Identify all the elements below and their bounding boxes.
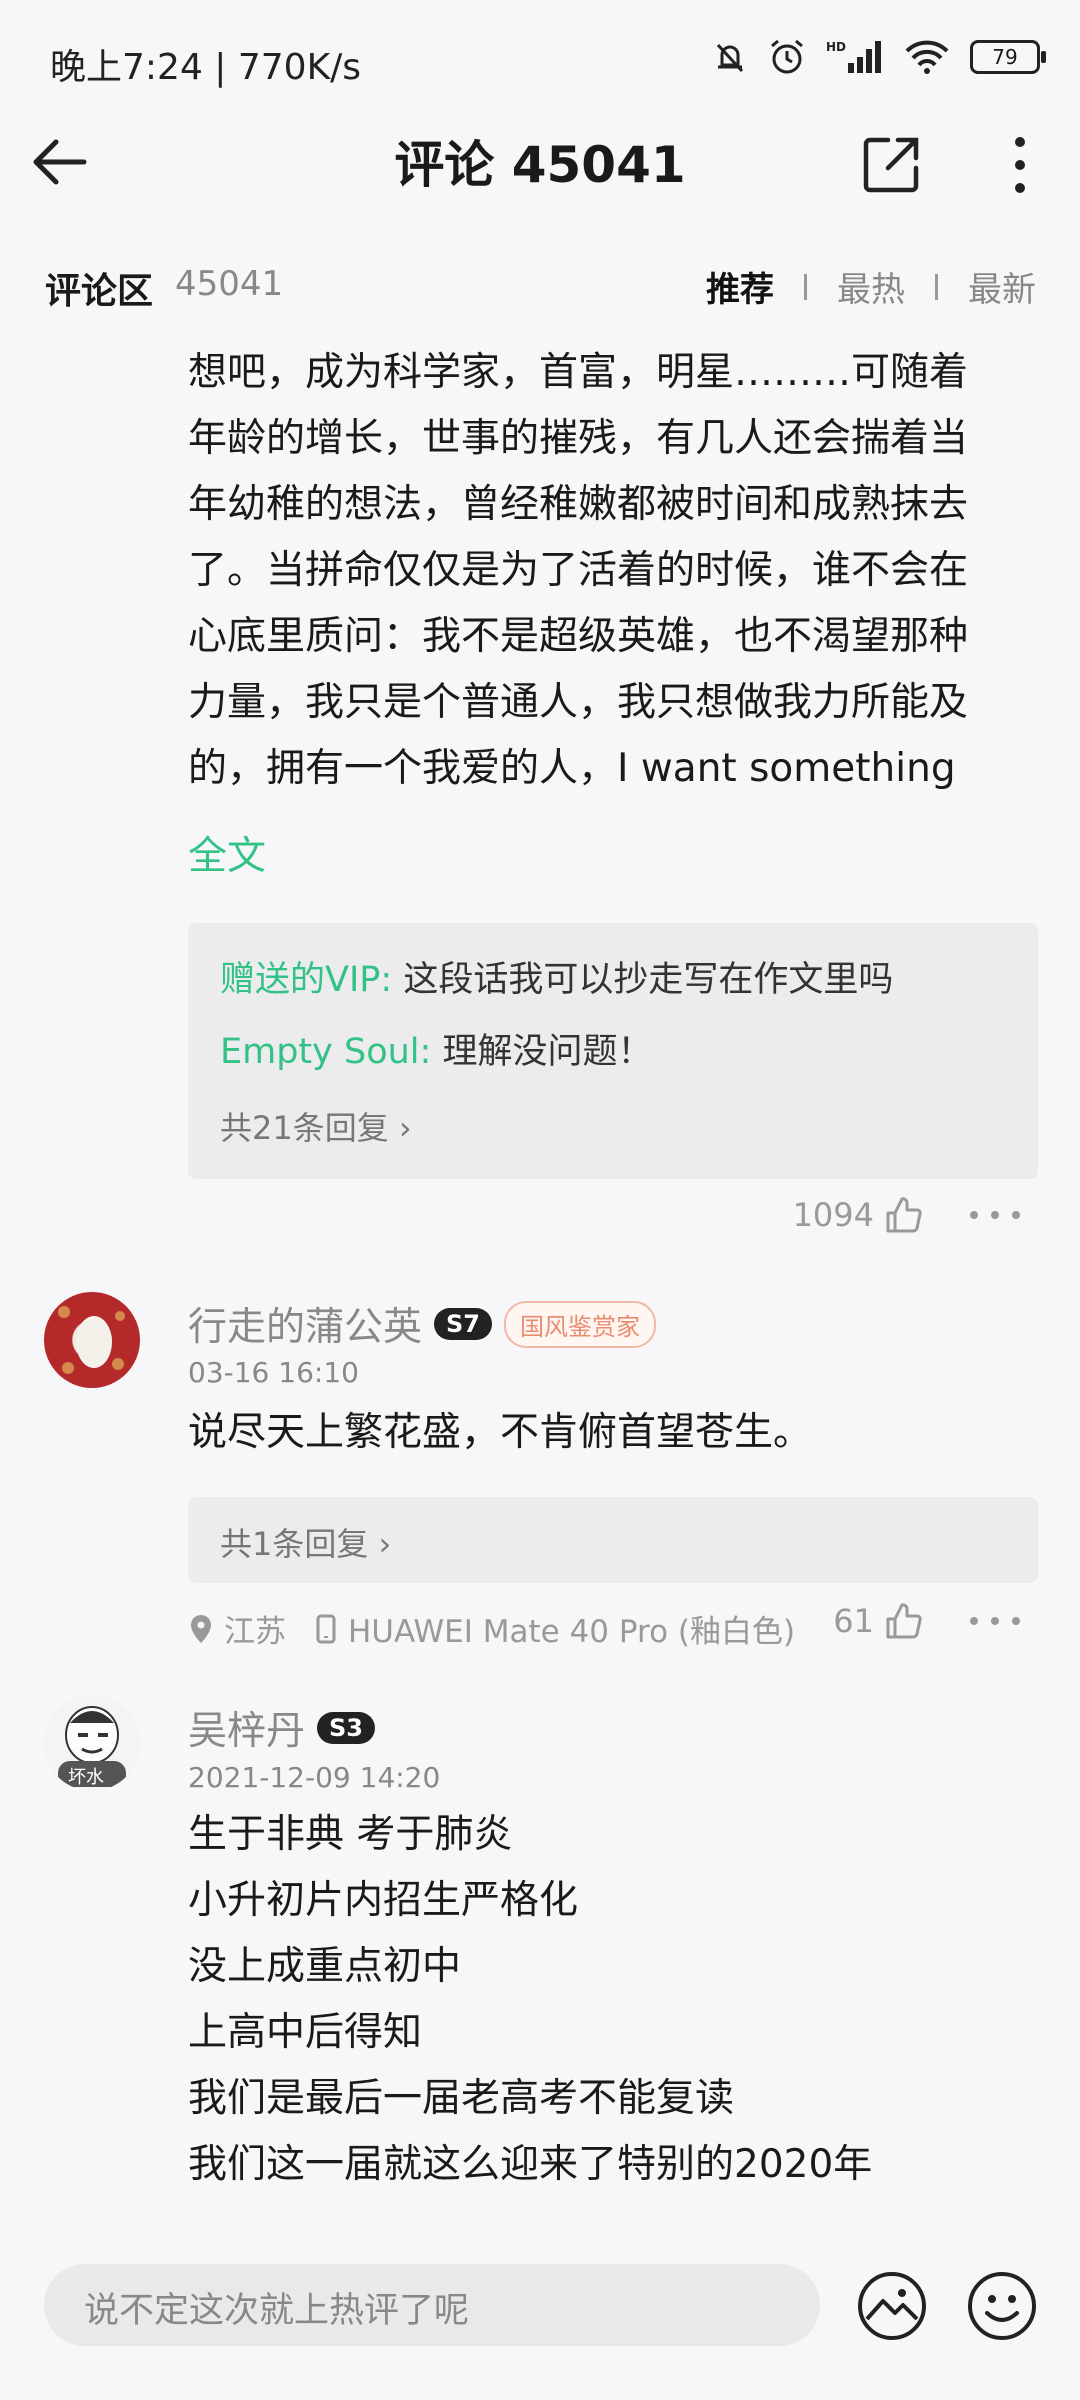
comment-line: 的，拥有一个我爱的人，I want something bbox=[188, 746, 956, 791]
full-text-link[interactable]: 全文 bbox=[188, 825, 266, 881]
username[interactable]: 吴梓丹 bbox=[188, 1700, 305, 1756]
fan-badge[interactable]: 国风鉴赏家 bbox=[504, 1300, 656, 1348]
tab-newest[interactable]: 最新 bbox=[968, 262, 1036, 311]
tab-divider bbox=[935, 273, 938, 300]
comment-line: 没上成重点初中 bbox=[188, 1944, 462, 1989]
comment-section-title: 评论区 bbox=[45, 271, 154, 312]
more-vertical-icon[interactable] bbox=[1004, 134, 1036, 196]
comment-author-row: 吴梓丹 S3 bbox=[188, 1700, 375, 1756]
comment-line: 我们这一届就这么迎来了特别的2020年 bbox=[188, 2142, 873, 2187]
thumbs-up-icon[interactable] bbox=[884, 1195, 924, 1235]
username[interactable]: 行走的蒲公英 bbox=[188, 1296, 422, 1352]
comment-line: 力量，我只是个普通人，我只想做我力所能及 bbox=[188, 680, 969, 725]
comment-author-row: 行走的蒲公英 S7 国风鉴赏家 bbox=[188, 1296, 656, 1352]
tab-divider bbox=[804, 273, 807, 300]
svg-text:HD: HD bbox=[826, 40, 846, 54]
comment-line: 了。当拼命仅仅是为了活着的时候，谁不会在 bbox=[188, 548, 969, 593]
avatar-image bbox=[58, 1306, 125, 1374]
reply-item: 赠送的VIP: 这段话我可以抄走写在作文里吗 bbox=[220, 951, 893, 1002]
tab-recommended[interactable]: 推荐 bbox=[706, 262, 774, 311]
image-icon[interactable] bbox=[857, 2271, 927, 2341]
alarm-icon bbox=[771, 39, 803, 74]
reply-text: 这段话我可以抄走写在作文里吗 bbox=[403, 960, 894, 1000]
level-badge: S7 bbox=[434, 1308, 492, 1340]
like-count: 1094 bbox=[792, 1196, 874, 1234]
reply-preview-box[interactable]: 共1条回复 › bbox=[188, 1497, 1038, 1583]
reply-username[interactable]: 赠送的VIP: bbox=[220, 960, 392, 1000]
reply-count-link[interactable]: 共1条回复 › bbox=[220, 1519, 391, 1565]
comment-input-placeholder: 说不定这次就上热评了呢 bbox=[84, 2291, 470, 2331]
like-count: 61 bbox=[833, 1602, 874, 1640]
reply-text: 理解没问题！ bbox=[442, 1032, 653, 1072]
comment-line: 年幼稚的想法，曾经稚嫩都被时间和成熟抹去 bbox=[188, 482, 969, 527]
avatar[interactable] bbox=[44, 1292, 140, 1388]
comment-line: 生于非典 考于肺炎 bbox=[188, 1812, 513, 1857]
share-icon[interactable] bbox=[860, 134, 922, 196]
comment-text: 想吧，成为科学家，首富，明星………可随着 年龄的增长，世事的摧残，有几人还会揣着… bbox=[188, 340, 1038, 802]
location-pin-icon bbox=[191, 1614, 211, 1643]
avatar-text: 坏水 bbox=[68, 1767, 104, 1788]
comment-actions: 61 bbox=[833, 1601, 1020, 1641]
comment-meta-row: 江苏 HUAWEI Mate 40 Pro (釉白色) bbox=[188, 1606, 795, 1651]
comment-text: 生于非典 考于肺炎 小升初片内招生严格化 没上成重点初中 上高中后得知 我们是最… bbox=[188, 1802, 1038, 2198]
status-time: 晚上7:24 | 770K/s bbox=[50, 47, 362, 88]
comment-line: 年龄的增长，世事的摧残，有几人还会揣着当 bbox=[188, 416, 969, 461]
tab-hottest[interactable]: 最热 bbox=[837, 262, 905, 311]
emoji-icon[interactable] bbox=[967, 2271, 1037, 2341]
comment-line: 心底里质问：我不是超级英雄，也不渴望那种 bbox=[188, 614, 969, 659]
more-options-icon[interactable] bbox=[970, 1611, 1020, 1631]
more-options-icon[interactable] bbox=[970, 1205, 1020, 1225]
thumbs-up-icon[interactable] bbox=[884, 1601, 924, 1641]
comment-date: 2021-12-09 14:20 bbox=[188, 1761, 441, 1794]
mute-bell-icon bbox=[716, 43, 744, 73]
location-text: 江苏 bbox=[224, 1614, 286, 1650]
comment-line: 想吧，成为科学家，首富，明星………可随着 bbox=[188, 350, 969, 395]
reply-count-link[interactable]: 共21条回复 › bbox=[220, 1103, 412, 1149]
level-badge: S3 bbox=[317, 1712, 375, 1744]
comment-date: 03-16 16:10 bbox=[188, 1356, 359, 1389]
sort-tabs: 推荐 最热 最新 bbox=[706, 262, 1036, 311]
comment-line: 上高中后得知 bbox=[188, 2010, 423, 2055]
avatar[interactable]: 坏水 bbox=[44, 1695, 140, 1791]
hd-signal-icon: HD bbox=[826, 40, 881, 73]
comment-line: 我们是最后一届老高考不能复读 bbox=[188, 2076, 735, 2121]
battery-icon: 79 bbox=[970, 40, 1046, 74]
comment-text: 说尽天上繁花盛，不肯俯首望苍生。 bbox=[188, 1410, 813, 1455]
phone-icon bbox=[316, 1614, 336, 1643]
comment-line: 小升初片内招生严格化 bbox=[188, 1878, 579, 1923]
comment-actions: 1094 bbox=[793, 1195, 1020, 1235]
reply-item: Empty Soul: 理解没问题！ bbox=[220, 1023, 652, 1074]
reply-preview-box[interactable]: 赠送的VIP: 这段话我可以抄走写在作文里吗 Empty Soul: 理解没问题… bbox=[188, 923, 1038, 1179]
status-icons: HD 79 bbox=[712, 38, 1046, 76]
reply-username[interactable]: Empty Soul: bbox=[220, 1032, 431, 1072]
wifi-icon bbox=[905, 40, 949, 74]
device-text: HUAWEI Mate 40 Pro (釉白色) bbox=[348, 1614, 796, 1650]
comment-input[interactable]: 说不定这次就上热评了呢 bbox=[44, 2264, 820, 2346]
comment-section-count: 45041 bbox=[175, 264, 284, 304]
